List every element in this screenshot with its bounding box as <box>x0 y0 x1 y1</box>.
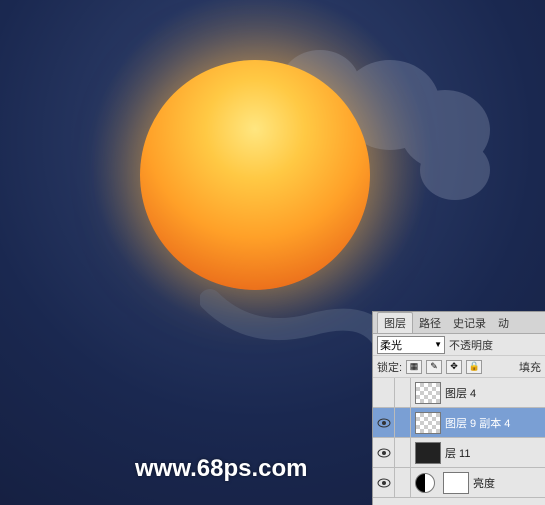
watermark-text: www.68ps.com <box>135 455 308 483</box>
layer-thumbnail[interactable] <box>415 412 441 434</box>
sun-shape <box>140 60 370 290</box>
layers-list: 图层 4 图层 9 副本 4 层 11 <box>373 378 545 498</box>
eye-icon <box>377 478 391 488</box>
tab-history[interactable]: 史记录 <box>447 313 492 333</box>
blend-mode-value: 柔光 <box>380 337 402 353</box>
lock-row: 锁定: ▦ ✎ ✥ 🔒 填充 <box>373 356 545 378</box>
eye-icon <box>377 448 391 458</box>
tab-actions[interactable]: 动 <box>492 313 515 333</box>
layer-name[interactable]: 图层 9 副本 4 <box>445 415 545 431</box>
layer-mask-thumbnail[interactable] <box>443 472 469 494</box>
fill-label: 填充 <box>519 359 541 375</box>
lock-position-icon[interactable]: ✥ <box>446 360 462 374</box>
lock-all-icon[interactable]: 🔒 <box>466 360 482 374</box>
adjustment-icon[interactable] <box>415 473 435 493</box>
tab-layers[interactable]: 图层 <box>377 312 413 333</box>
visibility-toggle[interactable] <box>373 378 395 407</box>
tab-paths[interactable]: 路径 <box>413 313 447 333</box>
layer-name[interactable]: 层 11 <box>445 445 545 461</box>
visibility-toggle[interactable] <box>373 438 395 467</box>
layer-row[interactable]: 亮度 <box>373 468 545 498</box>
layer-name[interactable]: 亮度 <box>473 475 545 491</box>
eye-icon <box>377 418 391 428</box>
layer-row[interactable]: 图层 4 <box>373 378 545 408</box>
lock-paint-icon[interactable]: ✎ <box>426 360 442 374</box>
layer-thumbnail[interactable] <box>415 442 441 464</box>
chevron-down-icon: ▼ <box>434 340 442 349</box>
link-col[interactable] <box>395 378 411 407</box>
link-col[interactable] <box>395 438 411 467</box>
layer-thumbnail[interactable] <box>415 382 441 404</box>
link-col[interactable] <box>395 408 411 437</box>
lock-transparency-icon[interactable]: ▦ <box>406 360 422 374</box>
layers-panel: 图层 路径 史记录 动 柔光 ▼ 不透明度 锁定: ▦ ✎ ✥ 🔒 填充 图层 … <box>372 311 545 505</box>
blend-row: 柔光 ▼ 不透明度 <box>373 334 545 356</box>
panel-tabs: 图层 路径 史记录 动 <box>373 312 545 334</box>
layer-name[interactable]: 图层 4 <box>445 385 545 401</box>
link-col[interactable] <box>395 468 411 497</box>
layer-row[interactable]: 层 11 <box>373 438 545 468</box>
visibility-toggle[interactable] <box>373 408 395 437</box>
lock-label: 锁定: <box>377 359 402 375</box>
opacity-label: 不透明度 <box>449 337 493 353</box>
blend-mode-select[interactable]: 柔光 ▼ <box>377 336 445 354</box>
layer-row[interactable]: 图层 9 副本 4 <box>373 408 545 438</box>
visibility-toggle[interactable] <box>373 468 395 497</box>
